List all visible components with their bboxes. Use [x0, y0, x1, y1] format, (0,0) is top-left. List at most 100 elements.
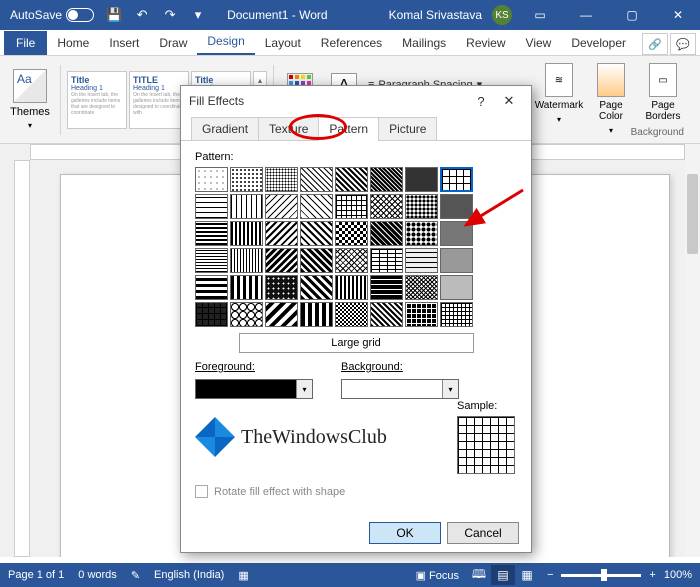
dialog-help-button[interactable]: ?	[467, 90, 495, 112]
pattern-swatch[interactable]	[265, 167, 298, 192]
pattern-swatch[interactable]	[230, 221, 263, 246]
pattern-swatch[interactable]	[440, 248, 473, 273]
pattern-swatch[interactable]	[335, 302, 368, 327]
pattern-swatch[interactable]	[370, 302, 403, 327]
page-indicator[interactable]: Page 1 of 1	[8, 569, 64, 581]
tab-home[interactable]: Home	[47, 31, 99, 55]
tab-insert[interactable]: Insert	[99, 31, 149, 55]
pattern-swatch[interactable]	[335, 167, 368, 192]
comments-button[interactable]: 💬	[670, 33, 696, 55]
dialog-titlebar[interactable]: Fill Effects ? ✕	[181, 86, 531, 116]
pattern-swatch[interactable]	[300, 194, 333, 219]
word-count[interactable]: 0 words	[78, 569, 117, 581]
pattern-swatch[interactable]	[195, 194, 228, 219]
dialog-tab-picture[interactable]: Picture	[378, 117, 437, 141]
tab-review[interactable]: Review	[456, 31, 515, 55]
pattern-swatch[interactable]	[195, 167, 228, 192]
zoom-in-button[interactable]: +	[649, 569, 655, 581]
ribbon-display-options-icon[interactable]: ▭	[522, 0, 558, 30]
dialog-tab-texture[interactable]: Texture	[258, 117, 319, 141]
pattern-swatch[interactable]	[265, 302, 298, 327]
pattern-swatch[interactable]	[440, 302, 473, 327]
pattern-swatch[interactable]	[230, 275, 263, 300]
tab-view[interactable]: View	[516, 31, 562, 55]
pattern-swatch[interactable]	[230, 248, 263, 273]
language-indicator[interactable]: English (India)	[154, 569, 224, 581]
pattern-swatch[interactable]	[265, 221, 298, 246]
zoom-level[interactable]: 100%	[664, 569, 692, 581]
pattern-swatch[interactable]	[230, 194, 263, 219]
style-gallery-item[interactable]: Title Heading 1 On the Insert tab, the g…	[67, 71, 127, 129]
pattern-swatch[interactable]	[265, 194, 298, 219]
share-button[interactable]: 🔗	[642, 33, 668, 55]
spell-check-icon[interactable]: ✎	[131, 569, 140, 582]
vertical-scrollbar[interactable]	[685, 144, 700, 557]
pattern-swatch[interactable]	[335, 221, 368, 246]
ok-button[interactable]: OK	[369, 522, 441, 544]
page-color-button[interactable]: Page Color▾	[586, 63, 636, 136]
dialog-close-button[interactable]: ✕	[495, 90, 523, 112]
print-layout-icon[interactable]: ▤	[491, 565, 515, 585]
pattern-swatch[interactable]	[370, 248, 403, 273]
macro-icon[interactable]: ▦	[238, 569, 248, 582]
focus-mode-button[interactable]: ▣ Focus	[416, 569, 459, 582]
pattern-swatch[interactable]	[335, 194, 368, 219]
close-window-icon[interactable]: ✕	[660, 0, 696, 30]
pattern-swatch[interactable]	[405, 221, 438, 246]
undo-icon[interactable]: ↶	[134, 7, 150, 23]
cancel-button[interactable]: Cancel	[447, 522, 519, 544]
page-borders-button[interactable]: ▭ Page Borders	[638, 63, 688, 136]
tab-draw[interactable]: Draw	[149, 31, 197, 55]
pattern-swatch[interactable]	[265, 275, 298, 300]
pattern-swatch[interactable]	[440, 275, 473, 300]
minimize-icon[interactable]: —	[568, 0, 604, 30]
dialog-tab-gradient[interactable]: Gradient	[191, 117, 259, 141]
watermark-button[interactable]: ≋ Watermark▾	[534, 63, 584, 136]
pattern-swatch[interactable]	[440, 194, 473, 219]
tab-developer[interactable]: Developer	[561, 31, 636, 55]
scroll-thumb[interactable]	[687, 174, 698, 254]
vertical-ruler[interactable]	[14, 160, 30, 557]
tab-file[interactable]: File	[4, 31, 47, 55]
pattern-swatch[interactable]	[265, 248, 298, 273]
dialog-tab-pattern[interactable]: Pattern	[318, 117, 379, 141]
pattern-swatch[interactable]	[300, 302, 333, 327]
tab-layout[interactable]: Layout	[255, 31, 311, 55]
pattern-swatch[interactable]	[370, 167, 403, 192]
user-avatar[interactable]: KS	[492, 5, 512, 25]
themes-button[interactable]: Themes ▾	[6, 65, 54, 135]
pattern-swatch[interactable]	[300, 275, 333, 300]
autosave-toggle[interactable]: AutoSave	[10, 8, 94, 22]
pattern-swatch[interactable]	[405, 194, 438, 219]
pattern-swatch[interactable]	[440, 167, 473, 192]
read-mode-icon[interactable]: 🕮	[467, 565, 491, 585]
foreground-color-select[interactable]: ▾	[195, 379, 313, 399]
pattern-swatch[interactable]	[405, 248, 438, 273]
maximize-icon[interactable]: ▢	[614, 0, 650, 30]
pattern-swatch[interactable]	[405, 167, 438, 192]
pattern-swatch[interactable]	[230, 167, 263, 192]
pattern-swatch[interactable]	[370, 194, 403, 219]
pattern-swatch[interactable]	[300, 248, 333, 273]
tab-references[interactable]: References	[311, 31, 392, 55]
tab-mailings[interactable]: Mailings	[392, 31, 456, 55]
zoom-out-button[interactable]: −	[547, 569, 553, 581]
pattern-swatch[interactable]	[335, 275, 368, 300]
pattern-swatch[interactable]	[370, 275, 403, 300]
pattern-swatch[interactable]	[405, 275, 438, 300]
web-layout-icon[interactable]: ▦	[515, 565, 539, 585]
pattern-swatch[interactable]	[300, 167, 333, 192]
pattern-swatch[interactable]	[300, 221, 333, 246]
pattern-swatch[interactable]	[195, 275, 228, 300]
pattern-swatch[interactable]	[195, 248, 228, 273]
pattern-swatch[interactable]	[195, 221, 228, 246]
pattern-swatch[interactable]	[405, 302, 438, 327]
tab-design[interactable]: Design	[197, 29, 254, 55]
zoom-slider[interactable]	[561, 574, 641, 577]
background-color-select[interactable]: ▾	[341, 379, 459, 399]
pattern-swatch[interactable]	[335, 248, 368, 273]
pattern-swatch[interactable]	[195, 302, 228, 327]
pattern-swatch[interactable]	[230, 302, 263, 327]
save-icon[interactable]: 💾	[106, 7, 122, 23]
pattern-swatch[interactable]	[370, 221, 403, 246]
